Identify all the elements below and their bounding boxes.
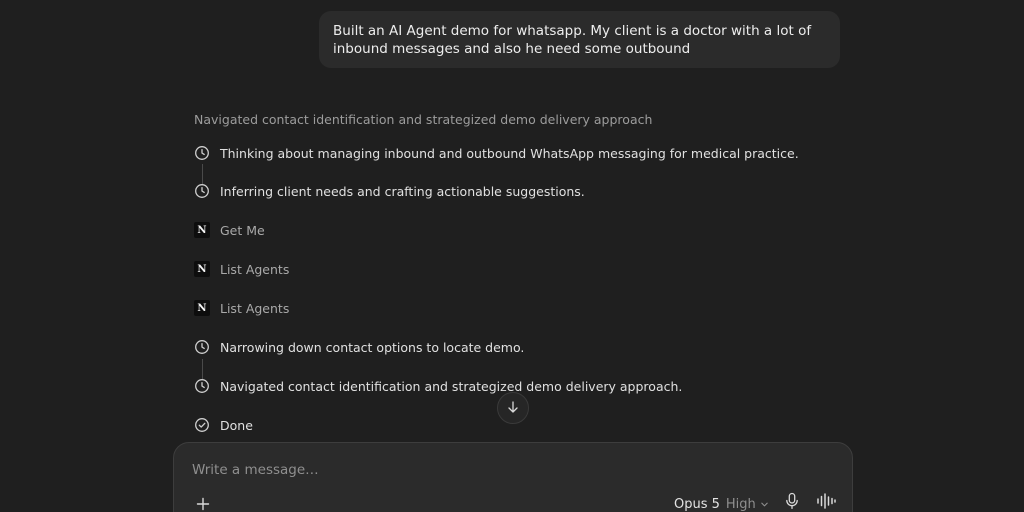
message-composer[interactable]: Write a message… Opus 5 High	[173, 442, 853, 512]
tool-call-get-me[interactable]: N Get Me	[193, 220, 265, 240]
activity-step: Done	[193, 415, 253, 435]
activity-step: Inferring client needs and crafting acti…	[193, 181, 585, 201]
n-app-icon: N	[193, 221, 211, 239]
dictate-button[interactable]	[782, 492, 802, 512]
tool-call-list-agents[interactable]: N List Agents	[193, 259, 289, 279]
clock-icon	[193, 338, 211, 356]
n-app-glyph: N	[194, 222, 210, 238]
activity-step-text: Navigated contact identification and str…	[220, 378, 683, 394]
effort-level: High	[725, 496, 756, 512]
activity-step-text: Done	[220, 417, 253, 433]
n-app-icon: N	[193, 260, 211, 278]
arrow-down-icon	[506, 399, 520, 418]
attach-button[interactable]	[193, 495, 213, 512]
message-input[interactable]: Write a message…	[192, 462, 319, 478]
n-app-glyph: N	[194, 300, 210, 316]
voice-mode-button[interactable]	[815, 493, 837, 512]
n-app-icon: N	[193, 299, 211, 317]
chat-page: Built an AI Agent demo for whatsapp. My …	[0, 0, 1024, 512]
clock-icon	[193, 182, 211, 200]
activity-step-text: Inferring client needs and crafting acti…	[220, 183, 585, 199]
activity-step-text: List Agents	[220, 300, 290, 316]
activity-step: Narrowing down contact options to locate…	[193, 337, 524, 357]
activity-step-text: Get Me	[220, 222, 265, 238]
tool-call-list-agents[interactable]: N List Agents	[193, 298, 289, 318]
plus-icon	[196, 496, 210, 512]
activity-step: Thinking about managing inbound and outb…	[193, 143, 799, 163]
activity-step-text: List Agents	[220, 261, 290, 277]
clock-icon	[193, 144, 211, 162]
activity-steps: Thinking about managing inbound and outb…	[0, 0, 1024, 440]
scroll-to-bottom-button[interactable]	[497, 392, 529, 424]
activity-step-text: Narrowing down contact options to locate…	[220, 339, 525, 355]
microphone-icon	[784, 492, 800, 512]
model-name: Opus 5	[674, 496, 720, 512]
activity-step: Navigated contact identification and str…	[193, 376, 682, 396]
n-app-glyph: N	[194, 261, 210, 277]
waveform-icon	[816, 492, 836, 512]
chevron-down-icon	[760, 500, 769, 509]
clock-icon	[193, 377, 211, 395]
model-selector[interactable]: Opus 5 High	[674, 494, 769, 512]
activity-step-text: Thinking about managing inbound and outb…	[220, 145, 799, 161]
check-circle-icon	[193, 416, 211, 434]
